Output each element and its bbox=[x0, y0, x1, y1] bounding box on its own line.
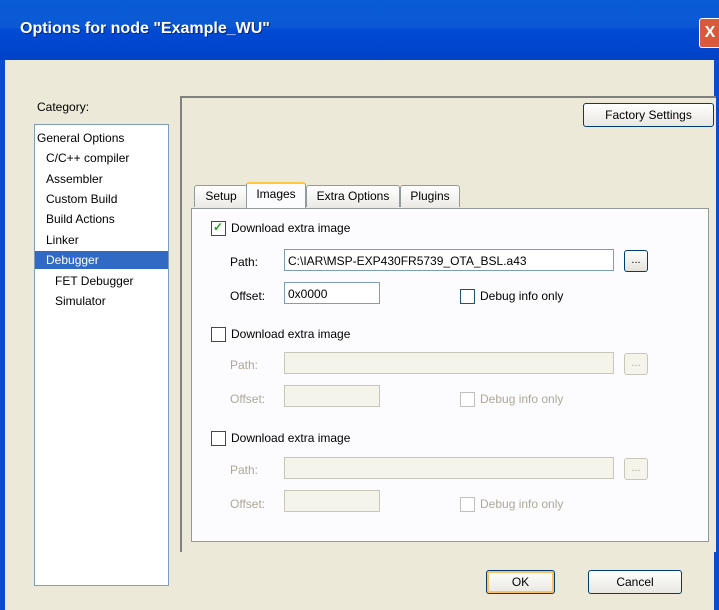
path-2-input[interactable] bbox=[284, 352, 614, 374]
factory-settings-button[interactable]: Factory Settings bbox=[583, 103, 714, 127]
category-item-debugger[interactable]: Debugger bbox=[35, 251, 168, 269]
offset-2-input[interactable] bbox=[284, 385, 380, 407]
path-1-label: Path: bbox=[230, 255, 259, 269]
path-1-input[interactable]: C:\IAR\MSP-EXP430FR5739_OTA_BSL.a43 bbox=[284, 249, 614, 271]
debug-info-only-2-label: Debug info only bbox=[480, 392, 564, 406]
download-image-3-checkbox[interactable] bbox=[211, 431, 226, 446]
close-icon: X bbox=[704, 24, 716, 41]
category-item-simulator[interactable]: Simulator bbox=[55, 292, 106, 310]
category-list[interactable]: General Options C/C++ compiler Assembler… bbox=[34, 124, 169, 586]
offset-3-input[interactable] bbox=[284, 490, 380, 512]
tab-extra-options[interactable]: Extra Options bbox=[306, 185, 400, 207]
title-bar[interactable]: Options for node "Example_WU" X bbox=[0, 0, 719, 60]
download-image-1-label: Download extra image bbox=[231, 221, 351, 235]
path-3-input[interactable] bbox=[284, 457, 614, 479]
category-item-fet-debugger[interactable]: FET Debugger bbox=[55, 272, 134, 290]
debug-info-only-3-checkbox[interactable] bbox=[460, 497, 475, 512]
download-image-2-label: Download extra image bbox=[231, 327, 351, 341]
path-2-label: Path: bbox=[230, 358, 259, 372]
offset-3-label: Offset: bbox=[230, 497, 266, 511]
ok-button[interactable]: OK bbox=[486, 570, 555, 594]
debug-info-only-2-checkbox[interactable] bbox=[460, 392, 475, 407]
category-item-build-actions[interactable]: Build Actions bbox=[46, 210, 115, 228]
window-title: Options for node "Example_WU" bbox=[20, 20, 270, 37]
offset-2-label: Offset: bbox=[230, 392, 266, 406]
browse-path-3-button[interactable]: ... bbox=[624, 458, 648, 480]
category-item-linker[interactable]: Linker bbox=[46, 231, 79, 249]
category-item-custom-build[interactable]: Custom Build bbox=[46, 190, 117, 208]
offset-1-input[interactable]: 0x0000 bbox=[284, 282, 380, 304]
path-3-label: Path: bbox=[230, 463, 259, 477]
browse-path-1-button[interactable]: ... bbox=[624, 250, 648, 272]
download-image-3-label: Download extra image bbox=[231, 431, 351, 445]
category-label: Category: bbox=[37, 100, 90, 114]
checkmark-icon: ✓ bbox=[213, 220, 224, 234]
category-item-c-compiler[interactable]: C/C++ compiler bbox=[46, 149, 129, 167]
category-item-assembler[interactable]: Assembler bbox=[46, 170, 103, 188]
window-frame-left bbox=[0, 60, 5, 610]
download-image-2-checkbox[interactable] bbox=[211, 327, 226, 342]
options-dialog: Options for node "Example_WU" X Category… bbox=[0, 0, 719, 610]
tab-setup[interactable]: Setup bbox=[194, 185, 248, 207]
tab-images[interactable]: Images bbox=[246, 182, 306, 208]
download-image-1-checkbox[interactable]: ✓ bbox=[211, 220, 226, 236]
close-button[interactable]: X bbox=[699, 18, 719, 48]
offset-1-label: Offset: bbox=[230, 289, 266, 303]
browse-path-2-button[interactable]: ... bbox=[624, 353, 648, 375]
cancel-button[interactable]: Cancel bbox=[588, 570, 682, 594]
debug-info-only-3-label: Debug info only bbox=[480, 497, 564, 511]
debug-info-only-1-checkbox[interactable] bbox=[460, 289, 475, 304]
category-item-general-options[interactable]: General Options bbox=[37, 129, 124, 147]
tab-plugins[interactable]: Plugins bbox=[400, 185, 460, 207]
debug-info-only-1-label: Debug info only bbox=[480, 289, 564, 303]
